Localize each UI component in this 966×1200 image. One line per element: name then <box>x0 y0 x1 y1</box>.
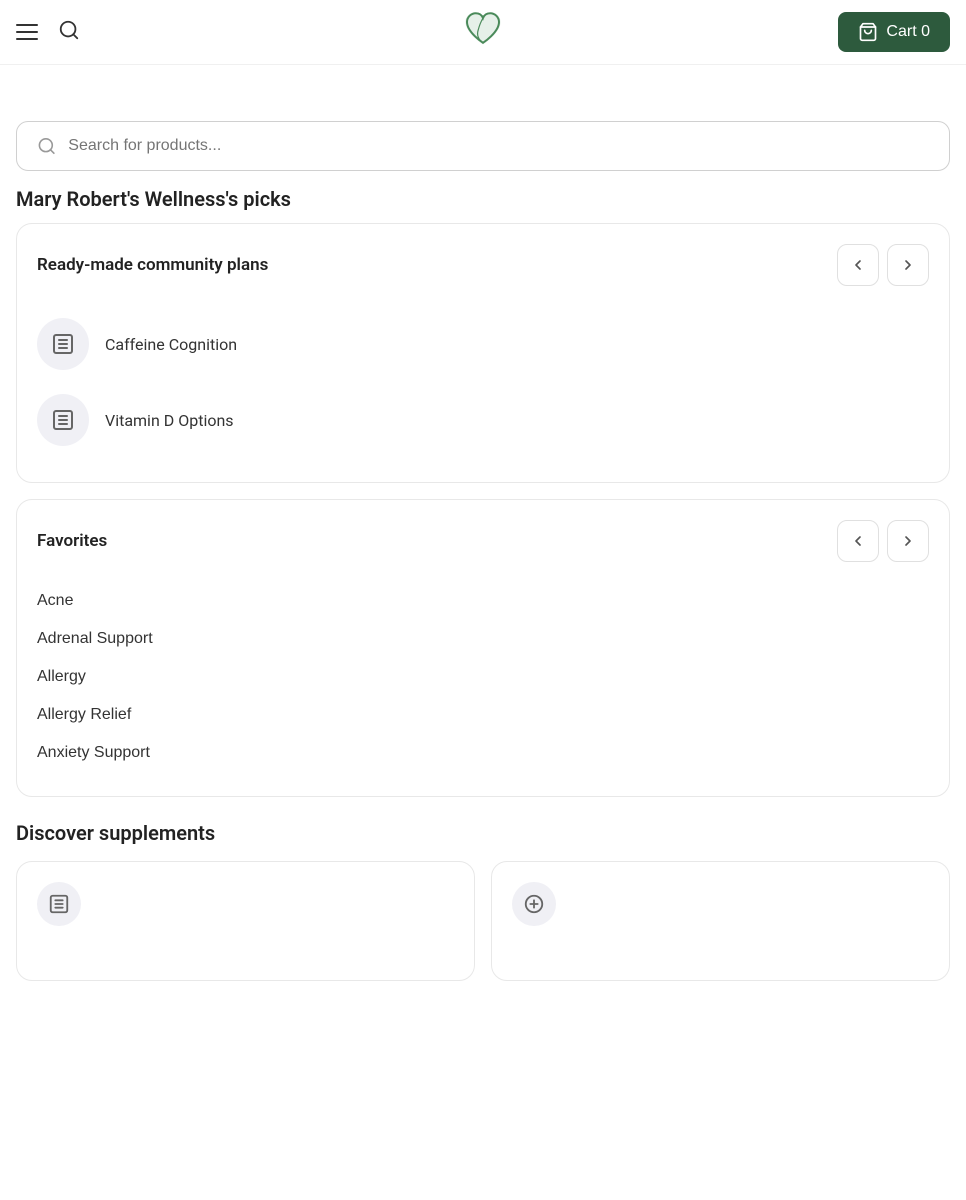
plan-item[interactable]: Caffeine Cognition <box>37 306 929 382</box>
header: Cart 0 <box>0 0 966 65</box>
favorites-title: Favorites <box>37 531 107 551</box>
cart-label: Cart 0 <box>886 23 930 41</box>
list-icon <box>51 332 75 356</box>
cart-button[interactable]: Cart 0 <box>838 12 950 52</box>
favorite-item-1[interactable]: Adrenal Support <box>37 620 929 658</box>
menu-icon[interactable] <box>16 24 38 40</box>
community-plans-title: Ready-made community plans <box>37 255 268 275</box>
search-bar <box>16 121 950 171</box>
favorites-next-button[interactable] <box>887 520 929 562</box>
plan-item-1[interactable]: Vitamin D Options <box>37 382 929 458</box>
discover-card-icon-0 <box>37 882 81 926</box>
community-plans-next-button[interactable] <box>887 244 929 286</box>
favorite-item-2[interactable]: Allergy <box>37 658 929 696</box>
favorites-nav <box>837 520 929 562</box>
wellness-section-title: Mary Robert's Wellness's picks <box>16 187 950 211</box>
community-plans-prev-button[interactable] <box>837 244 879 286</box>
community-plans-nav <box>837 244 929 286</box>
community-plans-card: Ready-made community plans <box>16 223 950 483</box>
search-bar-icon <box>37 136 56 156</box>
chevron-left-icon <box>850 257 866 273</box>
plan-name-0: Caffeine Cognition <box>105 335 237 354</box>
discover-grid <box>16 861 950 981</box>
discover-card-icon-1 <box>512 882 556 926</box>
favorites-list: Acne Adrenal Support Allergy Allergy Rel… <box>37 582 929 772</box>
discover-title: Discover supplements <box>16 821 950 845</box>
discover-list-icon-1 <box>523 893 545 915</box>
favorites-chevron-left-icon <box>850 533 866 549</box>
discover-card-1[interactable] <box>491 861 950 981</box>
favorite-item-3[interactable]: Allergy Relief <box>37 696 929 734</box>
community-plans-card-header: Ready-made community plans <box>37 244 929 286</box>
plan-name-1: Vitamin D Options <box>105 411 234 430</box>
discover-card-0[interactable] <box>16 861 475 981</box>
search-bar-container <box>16 121 950 171</box>
logo[interactable] <box>459 6 507 58</box>
favorites-prev-button[interactable] <box>837 520 879 562</box>
favorites-card-header: Favorites <box>37 520 929 562</box>
plan-icon-0 <box>37 318 89 370</box>
list-icon-2 <box>51 408 75 432</box>
search-icon-header[interactable] <box>58 19 80 45</box>
favorites-card: Favorites Acne Adrenal Support Allergy A… <box>16 499 950 797</box>
discover-list-icon-0 <box>48 893 70 915</box>
chevron-right-icon <box>900 257 916 273</box>
header-left <box>16 19 80 45</box>
plan-icon-1 <box>37 394 89 446</box>
search-input[interactable] <box>68 137 929 155</box>
favorite-item-4[interactable]: Anxiety Support <box>37 734 929 772</box>
main-content: Mary Robert's Wellness's picks Ready-mad… <box>0 65 966 981</box>
favorites-chevron-right-icon <box>900 533 916 549</box>
favorite-item-0[interactable]: Acne <box>37 582 929 620</box>
